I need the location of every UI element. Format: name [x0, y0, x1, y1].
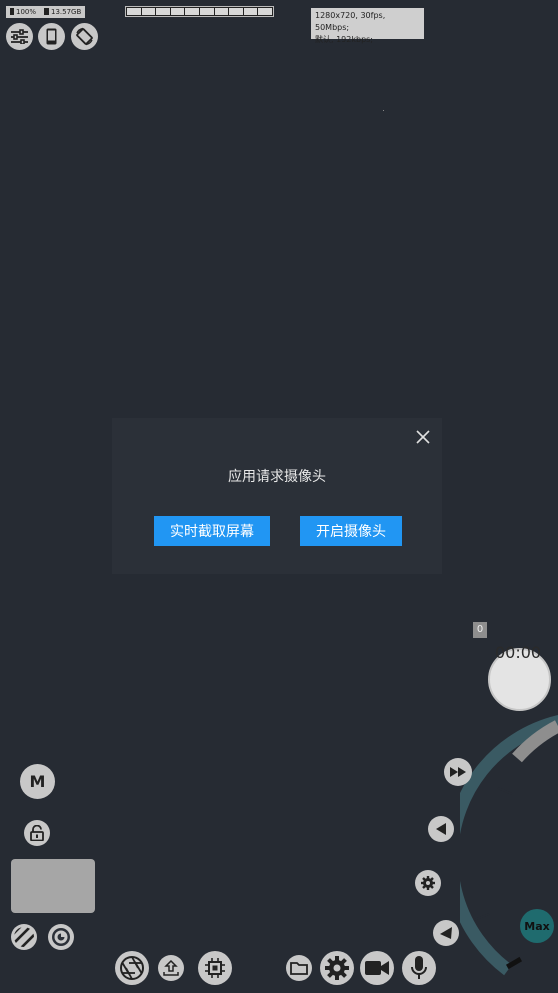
- small-settings-button[interactable]: [415, 870, 441, 896]
- folder-button[interactable]: [286, 955, 312, 981]
- folder-icon: [290, 962, 308, 975]
- upload-button[interactable]: [158, 955, 184, 981]
- gear-icon: [325, 956, 349, 980]
- triangle-left-icon: [440, 927, 452, 939]
- dialog-title: 应用请求摄像头: [228, 469, 326, 485]
- stream-video-spec: 1280x720, 30fps, 50Mbps;: [315, 11, 386, 32]
- aperture-button[interactable]: [115, 951, 149, 985]
- preview-thumbnail[interactable]: [11, 859, 95, 913]
- battery-level: 100%: [16, 8, 37, 16]
- video-button[interactable]: [360, 951, 394, 985]
- zoom-dial[interactable]: [460, 710, 558, 993]
- gear-icon: [421, 876, 435, 890]
- triangle-left-icon: [436, 823, 446, 835]
- storage-icon: [44, 8, 50, 15]
- lock-button[interactable]: [24, 820, 50, 846]
- clip-counter: 0: [473, 622, 487, 638]
- status-bar: 100% 13.57GB: [6, 6, 86, 18]
- battery-icon: [10, 8, 14, 15]
- screen-capture-button[interactable]: 实时截取屏幕: [154, 516, 270, 546]
- rotate-button[interactable]: [71, 23, 98, 50]
- back-button[interactable]: [433, 920, 459, 946]
- open-camera-button[interactable]: 开启摄像头: [300, 516, 402, 546]
- audio-level-meter: [125, 6, 274, 17]
- prev-button[interactable]: [428, 816, 454, 842]
- filter-button[interactable]: [48, 924, 74, 950]
- rotate-icon: [76, 27, 93, 46]
- lock-icon: [30, 825, 44, 841]
- aperture-icon: [120, 956, 144, 980]
- max-zoom-button[interactable]: Max: [520, 909, 554, 943]
- microphone-button[interactable]: [402, 951, 436, 985]
- close-icon[interactable]: [414, 428, 432, 446]
- microphone-icon: [411, 956, 427, 979]
- chip-icon: [205, 958, 225, 978]
- stray-pixel: [383, 110, 384, 111]
- stream-info-panel: 1280x720, 30fps, 50Mbps; 默认, 192kbps;: [311, 8, 424, 44]
- storage-free: 13.57GB: [51, 8, 82, 16]
- aperture-icon: [52, 928, 70, 946]
- fast-forward-icon: [450, 767, 466, 777]
- sliders-button[interactable]: [6, 23, 33, 50]
- settings-button[interactable]: [320, 951, 354, 985]
- phone-icon: [46, 28, 57, 45]
- stripes-icon: [14, 927, 34, 947]
- sliders-icon: [11, 29, 28, 44]
- processor-button[interactable]: [198, 951, 232, 985]
- fast-forward-button[interactable]: [444, 758, 472, 786]
- device-button[interactable]: [38, 23, 65, 50]
- record-timer: 00:00: [495, 643, 542, 662]
- camera-request-dialog: 应用请求摄像头 实时截取屏幕 开启摄像头: [112, 418, 442, 574]
- video-camera-icon: [365, 961, 389, 975]
- manual-mode-button[interactable]: M: [20, 764, 55, 799]
- stream-audio-spec: 默认, 192kbps;: [315, 35, 374, 44]
- cloud-upload-icon: [163, 960, 179, 976]
- stripes-button[interactable]: [11, 924, 37, 950]
